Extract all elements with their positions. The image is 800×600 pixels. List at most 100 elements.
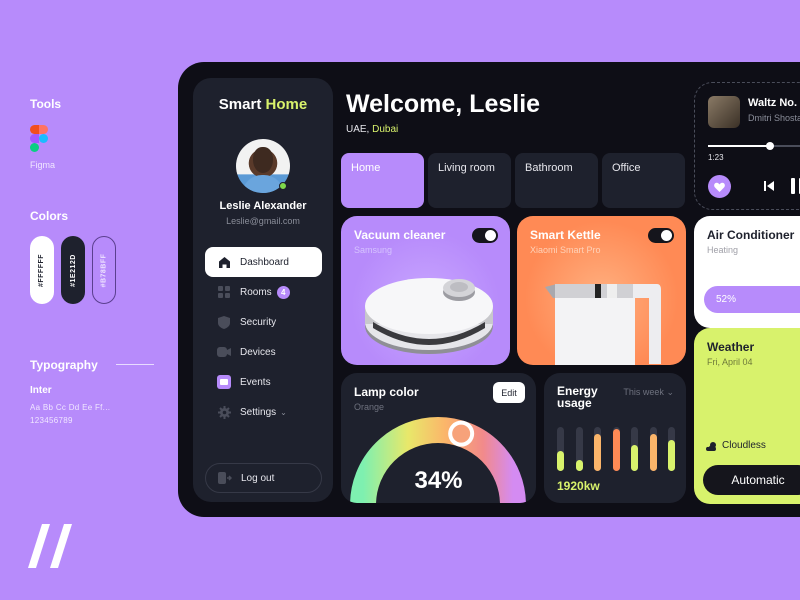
dashboard-window: Smart Home Leslie Alexander Leslie@gmail… <box>178 62 800 517</box>
logout-label: Log out <box>241 472 275 484</box>
lamp-color-card: Lamp color Orange Edit 34% <box>341 373 536 503</box>
color-swatch-dark: #1E212D <box>61 236 85 304</box>
pause-icon[interactable] <box>791 178 800 194</box>
energy-bar-fill <box>575 460 583 471</box>
sidebar-item-label: Settings <box>240 406 277 418</box>
sidebar-nav: Dashboard Rooms 4 Security Devices Event… <box>205 247 322 427</box>
sidebar-item-label: Devices <box>240 346 276 358</box>
sidebar-item-settings[interactable]: Settings ⌄ <box>205 397 322 427</box>
room-tabs: Home Living room Bathroom Office <box>341 153 685 208</box>
device-title: Air Conditioner <box>707 228 795 242</box>
cloud-sun-icon <box>706 441 716 451</box>
figma-logo-icon <box>30 125 48 152</box>
energy-bar-fill <box>594 433 601 471</box>
color-swatch-purple: #B78BFF <box>92 236 116 304</box>
grid-icon <box>217 285 231 299</box>
automatic-button[interactable]: Automatic <box>703 465 800 495</box>
energy-total: 1920kw <box>557 479 600 493</box>
calendar-icon <box>217 375 231 389</box>
device-title: Vacuum cleaner <box>354 228 446 242</box>
logout-button[interactable]: Log out <box>205 463 322 493</box>
tab-bathroom[interactable]: Bathroom <box>515 153 598 208</box>
lamp-gauge-handle[interactable] <box>448 420 475 447</box>
chevron-down-icon: ⌄ <box>666 387 674 397</box>
user-email: Leslie@gmail.com <box>226 216 300 226</box>
energy-bar <box>575 427 583 471</box>
colors-heading: Colors <box>30 209 69 223</box>
energy-bar <box>557 427 564 471</box>
sidebar-item-devices[interactable]: Devices <box>205 337 322 367</box>
previous-track-icon[interactable] <box>763 180 775 192</box>
heart-icon <box>714 182 725 192</box>
progress-fill <box>708 145 770 147</box>
lamp-title: Lamp color <box>354 385 419 399</box>
range-dropdown[interactable]: This week ⌄ <box>623 387 674 398</box>
ac-level-slider[interactable]: 52% <box>704 286 800 313</box>
music-player: Waltz No. 2 Dmitri Shostakovich 1:23 <box>694 82 800 210</box>
home-icon <box>217 255 231 269</box>
weather-card: Weather Fri, April 04 Cloudless Automati… <box>694 328 800 504</box>
energy-bar-fill <box>668 440 675 471</box>
online-status-indicator <box>279 182 287 190</box>
shield-icon <box>217 315 231 329</box>
range-label: This week <box>623 387 664 397</box>
location-country: UAE, <box>346 124 370 135</box>
tab-home[interactable]: Home <box>341 153 424 208</box>
vacuum-power-toggle[interactable] <box>472 228 498 243</box>
smart-kettle-card[interactable]: Smart Kettle Xiaomi Smart Pro <box>517 216 686 365</box>
rooms-count-badge: 4 <box>276 285 290 299</box>
energy-bar <box>594 427 601 471</box>
robot-vacuum-image <box>365 278 493 354</box>
weather-date: Fri, April 04 <box>707 357 753 367</box>
sidebar: Smart Home Leslie Alexander Leslie@gmail… <box>193 78 333 502</box>
gear-icon <box>217 405 231 419</box>
track-artist: Dmitri Shostakovich <box>748 113 800 123</box>
air-conditioner-card[interactable]: Air Conditioner Heating 52% <box>694 216 800 328</box>
vacuum-cleaner-card[interactable]: Vacuum cleaner Samsung <box>341 216 510 365</box>
energy-bar-fill <box>557 451 564 471</box>
sidebar-item-label: Dashboard <box>240 256 289 268</box>
tools-heading: Tools <box>30 97 62 111</box>
elapsed-time: 1:23 <box>708 153 724 162</box>
sidebar-item-events[interactable]: Events <box>205 367 322 397</box>
sidebar-item-label: Rooms <box>240 286 272 298</box>
app-brand: Smart Home <box>193 96 333 113</box>
playback-progress-bar[interactable] <box>708 142 800 150</box>
logout-icon <box>218 471 232 485</box>
brand-logo-icon <box>28 524 72 568</box>
font-name: Inter <box>30 385 52 396</box>
kettle-image <box>545 284 661 365</box>
kettle-power-toggle[interactable] <box>648 228 674 243</box>
font-sample-letters: Aa Bb Cc Dd Ee Ff... <box>30 403 111 412</box>
weather-condition-label: Cloudless <box>722 440 766 451</box>
energy-bar <box>631 427 638 471</box>
user-name: Leslie Alexander <box>219 200 307 212</box>
tab-living-room[interactable]: Living room <box>428 153 511 208</box>
energy-bar <box>649 427 657 471</box>
sidebar-item-dashboard[interactable]: Dashboard <box>205 247 322 277</box>
tool-name: Figma <box>30 160 56 170</box>
energy-bar-fill <box>612 429 620 471</box>
edit-button[interactable]: Edit <box>493 382 525 403</box>
energy-bar <box>668 427 675 471</box>
energy-bar-chart <box>557 427 675 471</box>
lamp-value: 34% <box>414 467 463 494</box>
energy-title: Energy usage <box>557 384 598 410</box>
lamp-color-name: Orange <box>354 402 385 412</box>
location: UAE, Dubai <box>346 124 398 135</box>
divider <box>116 364 154 365</box>
progress-handle[interactable] <box>765 142 774 150</box>
swatch-label: #1E212D <box>69 253 77 287</box>
swatch-label: #FFFFFF <box>38 253 46 287</box>
tab-office[interactable]: Office <box>602 153 685 208</box>
track-title: Waltz No. 2 <box>748 97 800 109</box>
device-brand: Samsung <box>354 245 393 255</box>
sidebar-item-rooms[interactable]: Rooms 4 <box>205 277 322 307</box>
device-brand: Xiaomi Smart Pro <box>530 245 601 255</box>
weather-condition: Cloudless <box>706 440 766 451</box>
brand-accent-text: Home <box>265 96 308 113</box>
device-mode: Heating <box>707 245 739 255</box>
ac-level-value: 52% <box>716 294 737 305</box>
like-button[interactable] <box>708 175 731 198</box>
sidebar-item-security[interactable]: Security <box>205 307 322 337</box>
